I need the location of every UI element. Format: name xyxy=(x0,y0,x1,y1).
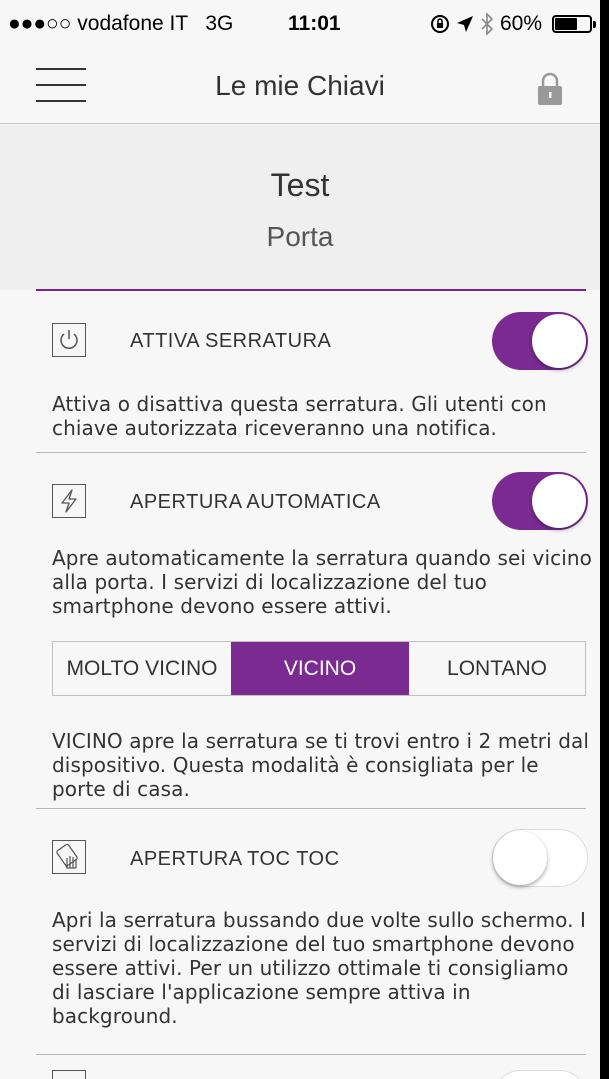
distance-option-far[interactable]: LONTANO xyxy=(409,642,585,695)
page-title: Le mie Chiavi xyxy=(215,70,385,101)
setting-label-activate: ATTIVA SERRATURA xyxy=(130,330,332,352)
setting-label-auto-open: APERTURA AUTOMATICA xyxy=(130,491,381,513)
divider xyxy=(36,452,586,453)
next-setting-toggle[interactable] xyxy=(492,1070,588,1079)
status-time: 11:01 xyxy=(288,12,341,35)
location-arrow-icon xyxy=(456,16,473,32)
battery-icon xyxy=(552,15,596,33)
next-setting-icon xyxy=(52,1070,86,1079)
header-accent-divider xyxy=(36,289,586,291)
lock-icon[interactable] xyxy=(536,72,564,106)
knock-hand-icon xyxy=(52,840,86,874)
toggle-knob xyxy=(532,314,586,368)
distance-selector: MOLTO VICINO VICINO LONTANO xyxy=(52,641,586,696)
app-screen: ●●●○○ vodafone IT 3G 11:01 60% Le mie Ch… xyxy=(0,0,600,1079)
distance-option-very-near[interactable]: MOLTO VICINO xyxy=(53,642,231,695)
setting-description-auto-open: Apre automaticamente la serratura quando… xyxy=(52,546,592,618)
battery-fill xyxy=(555,18,577,30)
setting-description-knock: Apri la serratura bussando due volte sul… xyxy=(52,908,587,1028)
signal-strength-icon: ●●●○○ xyxy=(8,12,72,35)
battery-percentage: 60% xyxy=(499,12,542,35)
navigation-bar: Le mie Chiavi xyxy=(0,46,600,124)
distance-option-near[interactable]: VICINO xyxy=(231,642,409,695)
bluetooth-icon xyxy=(481,13,494,35)
setting-label-knock: APERTURA TOC TOC xyxy=(130,848,340,870)
divider xyxy=(36,808,586,809)
carrier-name: vodafone IT xyxy=(77,12,188,35)
power-icon xyxy=(52,323,86,357)
network-type: 3G xyxy=(205,12,234,35)
setting-description-activate: Attiva o disattiva questa serratura. Gli… xyxy=(52,392,547,440)
distance-description: VICINO apre la serratura se ti trovi ent… xyxy=(52,729,590,801)
toggle-knob xyxy=(532,474,586,528)
toggle-knock-open[interactable] xyxy=(492,829,588,887)
lock-header: Test Porta xyxy=(0,125,600,290)
lightning-icon xyxy=(52,484,86,518)
toggle-auto-open[interactable] xyxy=(492,472,588,530)
status-right: 60% xyxy=(430,12,596,36)
lock-name: Test xyxy=(270,167,330,203)
lock-type: Porta xyxy=(266,221,334,252)
divider xyxy=(36,1054,586,1055)
toggle-activate-lock[interactable] xyxy=(492,312,588,370)
status-left: ●●●○○ vodafone IT 3G xyxy=(8,12,233,36)
status-bar: ●●●○○ vodafone IT 3G 11:01 60% xyxy=(0,0,600,46)
toggle-knob xyxy=(493,831,547,885)
orientation-lock-icon xyxy=(430,15,449,33)
